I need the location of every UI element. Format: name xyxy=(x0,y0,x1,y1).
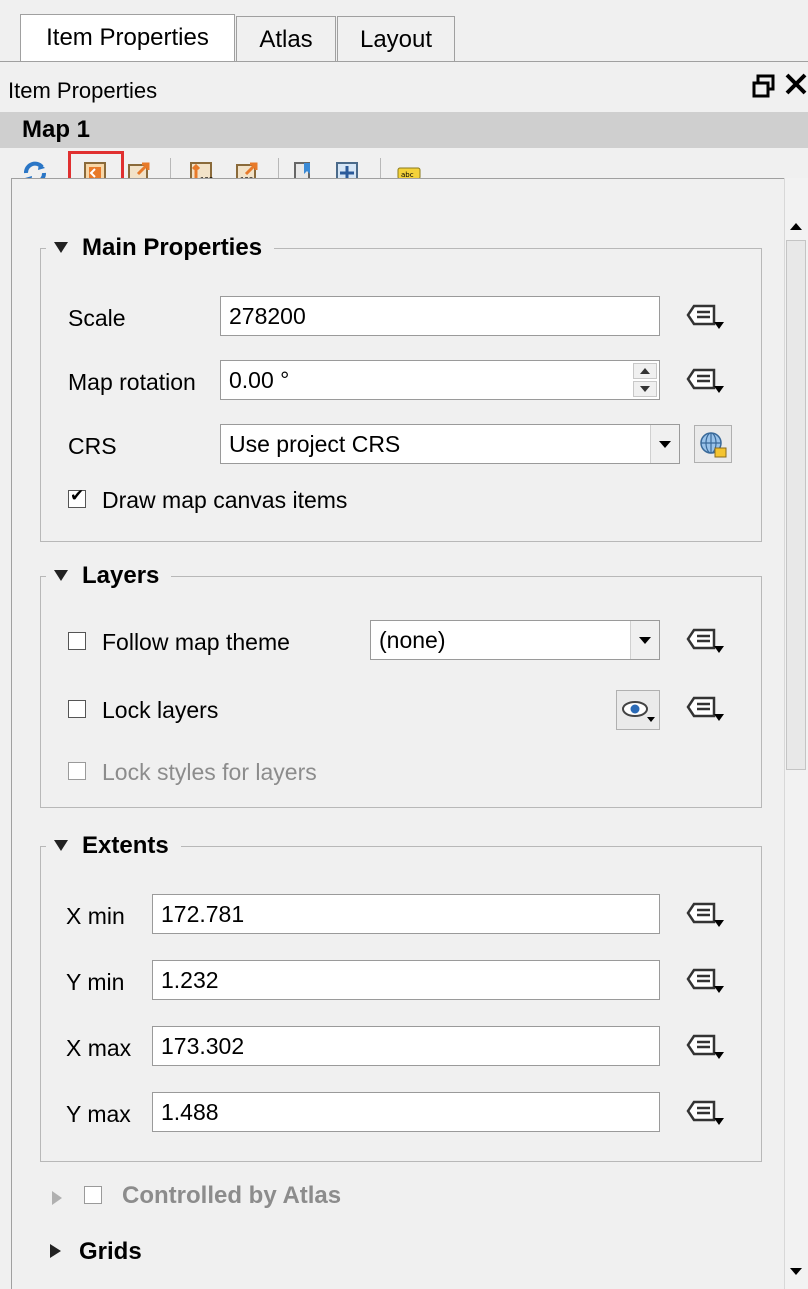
layer-visibility-button[interactable] xyxy=(616,690,660,730)
rotation-spinbox[interactable]: 0.00 ° xyxy=(220,360,660,400)
draw-canvas-checkbox[interactable] xyxy=(68,486,86,508)
item-name: Map 1 xyxy=(22,116,91,143)
scrollbar-thumb[interactable] xyxy=(786,240,806,770)
group-title: Grids xyxy=(79,1238,142,1265)
float-icon[interactable] xyxy=(752,72,776,106)
crs-label: CRS xyxy=(68,433,117,459)
group-title: Extents xyxy=(82,832,169,859)
lock-layers-label: Lock layers xyxy=(102,697,219,723)
scroll-up-icon[interactable] xyxy=(785,216,807,238)
group-title: Layers xyxy=(82,562,160,589)
data-defined-override-icon[interactable] xyxy=(686,1032,728,1062)
tab-layout[interactable]: Layout xyxy=(337,16,455,61)
xmin-input[interactable]: 172.781 xyxy=(152,894,660,934)
lock-styles-checkbox[interactable] xyxy=(68,762,86,780)
ymin-input[interactable]: 1.232 xyxy=(152,960,660,1000)
xmax-input[interactable]: 173.302 xyxy=(152,1026,660,1066)
collapse-arrow-icon xyxy=(54,840,68,851)
expand-arrow-icon[interactable] xyxy=(50,1186,64,1213)
tab-atlas[interactable]: Atlas xyxy=(236,16,336,61)
draw-canvas-label: Draw map canvas items xyxy=(102,487,348,513)
rotation-stepper[interactable] xyxy=(633,363,657,397)
tab-bar: Item Properties Atlas Layout xyxy=(0,0,808,62)
follow-theme-label: Follow map theme xyxy=(102,629,290,655)
layers-header[interactable]: Layers xyxy=(46,560,172,592)
map-theme-select[interactable]: (none) xyxy=(370,620,660,660)
rotation-value: 0.00 ° xyxy=(229,367,290,393)
expand-arrow-icon xyxy=(50,1244,61,1258)
lock-layers-checkbox[interactable] xyxy=(68,700,86,718)
tab-label: Layout xyxy=(359,26,433,53)
data-defined-override-icon[interactable] xyxy=(686,900,728,930)
scale-label: Scale xyxy=(68,305,126,331)
data-defined-override-icon[interactable] xyxy=(686,626,728,656)
scroll-down-icon[interactable] xyxy=(785,1260,807,1282)
eye-icon xyxy=(622,701,655,722)
extents-header[interactable]: Extents xyxy=(46,830,181,862)
collapse-arrow-icon xyxy=(54,242,68,253)
spin-up-icon[interactable] xyxy=(633,363,657,379)
data-defined-override-icon[interactable] xyxy=(686,1098,728,1128)
globe-icon xyxy=(700,432,727,458)
xmax-label: X max xyxy=(66,1035,132,1061)
data-defined-override-icon[interactable] xyxy=(686,694,728,724)
item-name-bar: Map 1 xyxy=(0,112,808,148)
tab-label: Item Properties xyxy=(46,24,209,51)
chevron-down-icon[interactable] xyxy=(630,621,659,659)
group-title: Main Properties xyxy=(82,234,263,261)
controlled-by-atlas-checkbox[interactable] xyxy=(84,1186,102,1204)
data-defined-override-icon[interactable] xyxy=(686,966,728,996)
crs-select[interactable]: Use project CRS xyxy=(220,424,680,464)
main-properties-header[interactable]: Main Properties xyxy=(46,232,275,264)
xmin-label: X min xyxy=(66,903,125,929)
ymax-label: Y max xyxy=(66,1101,131,1127)
crs-value: Use project CRS xyxy=(229,431,401,457)
data-defined-override-icon[interactable] xyxy=(686,366,728,396)
lock-styles-label: Lock styles for layers xyxy=(102,759,317,785)
dock-title: Item Properties xyxy=(8,78,158,103)
spin-down-icon[interactable] xyxy=(633,381,657,397)
tab-label: Atlas xyxy=(259,26,313,53)
tab-item-properties[interactable]: Item Properties xyxy=(20,14,235,61)
scale-input[interactable]: 278200 xyxy=(220,296,660,336)
rotation-label: Map rotation xyxy=(68,369,196,395)
map-theme-value: (none) xyxy=(379,627,446,653)
crs-selector-button[interactable] xyxy=(694,425,732,463)
follow-theme-checkbox[interactable] xyxy=(68,632,86,650)
ymax-input[interactable]: 1.488 xyxy=(152,1092,660,1132)
ymin-label: Y min xyxy=(66,969,125,995)
chevron-down-icon[interactable] xyxy=(650,425,679,463)
controlled-by-atlas-label: Controlled by Atlas xyxy=(122,1182,342,1209)
data-defined-override-icon[interactable] xyxy=(686,302,728,332)
close-icon[interactable] xyxy=(784,70,808,106)
divider xyxy=(0,61,808,62)
grids-header[interactable]: Grids xyxy=(42,1236,154,1268)
collapse-arrow-icon xyxy=(54,570,68,581)
